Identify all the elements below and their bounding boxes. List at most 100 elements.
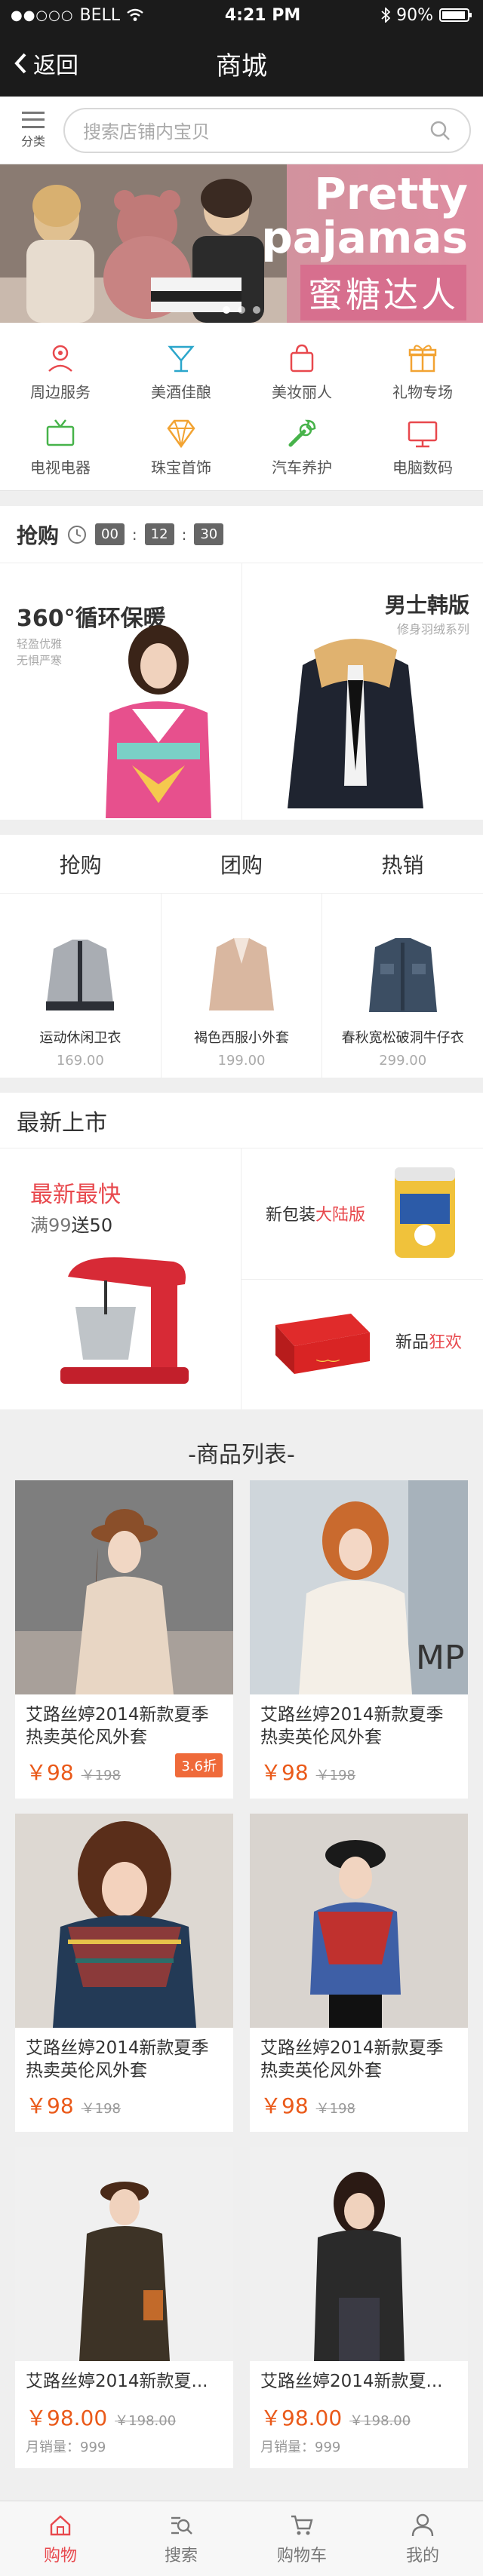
product-card[interactable]: 艾路丝婷2014新款夏... ￥98.00 ￥198.00 月销量：999: [250, 2147, 468, 2468]
category-item-label: 电视电器: [30, 458, 91, 477]
product-name: 艾路丝婷2014新款夏...: [260, 2372, 443, 2391]
stand-mixer-image: [60, 1257, 189, 1384]
product-name: 艾路丝婷2014新款夏季热卖英伦风外套: [26, 2038, 209, 2081]
banner-pager-dot[interactable]: [223, 306, 230, 314]
tabbar-item[interactable]: 购物: [0, 2501, 121, 2576]
product-original-price: ￥198: [315, 1768, 355, 1783]
search-input[interactable]: 搜索店铺内宝贝: [63, 107, 471, 153]
category-item-label: 美酒佳酿: [151, 382, 211, 401]
search-placeholder: 搜索店铺内宝贝: [83, 121, 210, 143]
product-card[interactable]: 艾路丝婷2014新款夏季热卖英伦风外套 ￥98 ￥198: [15, 1814, 233, 2132]
promo-part-b: 送50: [71, 1215, 113, 1236]
bag-icon: [290, 344, 314, 372]
product-original-price: ￥198: [315, 2101, 355, 2117]
new-arrivals-drink-card[interactable]: ‿‿ 新品狂欢: [242, 1278, 483, 1410]
tabbar-item[interactable]: 我的: [362, 2501, 483, 2576]
product-image: [15, 1480, 233, 1694]
milk-card-label: 新包装大陆版: [266, 1201, 365, 1225]
countdown-seconds: 30: [194, 523, 224, 545]
product-list-section: -商品列表- 艾路丝婷2014新款夏季热卖英伦风外套 ￥98 ￥198 3.6折…: [0, 1424, 483, 2468]
product-price: ￥98.00: [260, 2406, 343, 2430]
tab-product-card[interactable]: 春秋宽松破洞牛仔衣 299.00: [321, 894, 483, 1078]
product-tab[interactable]: 抢购: [0, 835, 161, 893]
monthly-sales: 月销量：999: [26, 2440, 106, 2455]
product-image: [250, 1814, 468, 2028]
category-item[interactable]: 美妆丽人: [242, 333, 362, 409]
discount-badge: 3.6折: [175, 1753, 223, 1777]
category-button[interactable]: 分类: [12, 111, 54, 149]
search-icon: [171, 2516, 192, 2535]
wrench-icon: [288, 419, 316, 446]
bottom-tab-bar: 购物 搜索 购物车 我的: [0, 2501, 483, 2576]
product-price: 199.00: [217, 1053, 266, 1069]
new-arrivals-title: 最新上市: [0, 1093, 483, 1148]
tab-product-card[interactable]: 褐色西服小外套 199.00: [160, 894, 322, 1078]
product-card[interactable]: MP 艾路丝婷2014新款夏季热卖英伦风外套 ￥98 ￥198: [250, 1480, 468, 1799]
new-arrivals-milk-card[interactable]: 新包装大陆版: [242, 1148, 483, 1279]
product-price: 169.00: [56, 1053, 104, 1069]
category-item[interactable]: 电视电器: [0, 409, 121, 484]
tabbar-item-label: 搜索: [164, 2546, 198, 2565]
milk-label-prefix: 新包装: [266, 1206, 316, 1225]
product-tab[interactable]: 团购: [161, 835, 321, 893]
product-name: 艾路丝婷2014新款夏季热卖英伦风外套: [26, 1705, 209, 1747]
promo-banner[interactable]: Pretty pajamas 蜜糖达人: [0, 164, 483, 323]
product-original-price: ￥198: [81, 1768, 121, 1783]
category-item[interactable]: 珠宝首饰: [121, 409, 242, 484]
banner-pager[interactable]: [0, 306, 483, 314]
product-original-price: ￥198: [81, 2101, 121, 2117]
category-item[interactable]: 电脑数码: [362, 409, 483, 484]
back-button[interactable]: 返回: [14, 30, 78, 97]
category-label: 分类: [20, 133, 45, 149]
tabbar-item[interactable]: 购物车: [242, 2501, 362, 2576]
user-icon: [411, 2513, 434, 2536]
tab-product-card[interactable]: 运动休闲卫衣 169.00: [0, 894, 161, 1078]
category-item[interactable]: 周边服务: [0, 333, 121, 409]
product-price: ￥98.00: [26, 2406, 108, 2430]
tabbar-item[interactable]: 搜索: [121, 2501, 242, 2576]
clock-icon: [68, 525, 87, 544]
status-bar: ●●○○○ BELL 4:21 PM 90%: [0, 0, 483, 30]
category-item[interactable]: 汽车养护: [242, 409, 362, 484]
category-item[interactable]: 美酒佳酿: [121, 333, 242, 409]
category-grid: 周边服务 美酒佳酿 美妆丽人 礼物专场电视电器 珠宝首饰 汽车养护 电脑数码: [0, 323, 483, 491]
chevron-left-icon: [14, 53, 26, 74]
category-item[interactable]: 礼物专场: [362, 333, 483, 409]
category-item-label: 礼物专场: [392, 382, 453, 401]
product-card[interactable]: 艾路丝婷2014新款夏季热卖英伦风外套 ￥98 ￥198: [250, 1814, 468, 2132]
cart-icon: [291, 2515, 313, 2535]
diamond-icon: [167, 419, 195, 448]
product-tab[interactable]: 热销: [322, 835, 483, 893]
home-icon: [50, 2514, 71, 2535]
product-name: 春秋宽松破洞牛仔衣: [341, 1030, 464, 1046]
new-arrivals-promo: 满99送50: [30, 1210, 112, 1237]
new-arrivals-left-card[interactable]: 最新最快 满99送50: [0, 1148, 242, 1409]
category-item-label: 周边服务: [30, 382, 91, 401]
svg-text:MP: MP: [416, 1639, 465, 1677]
carrier-label: BELL: [79, 5, 121, 25]
flash-left-sub2: 无惧严寒: [17, 654, 63, 667]
tabbed-products: 抢购 团购 热销 运动休闲卫衣 169.00 褐色西服小外套 199.00 春秋宽松…: [0, 835, 483, 1078]
banner-models-image: [0, 164, 287, 323]
product-card[interactable]: 艾路丝婷2014新款夏季热卖英伦风外套 ￥98 ￥198 3.6折: [15, 1480, 233, 1799]
search-icon[interactable]: [429, 119, 451, 142]
product-card[interactable]: 艾路丝婷2014新款夏... ￥98.00 ￥198.00 月销量：999: [15, 2147, 233, 2468]
countdown-hours: 00: [95, 523, 125, 545]
category-item-label: 电脑数码: [392, 458, 453, 477]
banner-pager-dot[interactable]: [238, 306, 245, 314]
battery-percent: 90%: [396, 5, 433, 25]
product-image: [46, 940, 115, 1010]
page-title: 商城: [216, 51, 267, 81]
product-name: 运动休闲卫衣: [39, 1030, 122, 1046]
menu-icon: [22, 111, 45, 128]
flash-sale-left-card[interactable]: 360°循环保暖 轻盈优雅 无惧严寒: [0, 563, 242, 820]
product-list-title: -商品列表-: [188, 1442, 295, 1468]
flash-sale-right-card[interactable]: 男士韩版 修身羽绒系列: [241, 563, 483, 820]
flash-left-subtitle: 轻盈优雅 无惧严寒: [17, 636, 62, 669]
banner-title: Pretty pajamas: [261, 172, 468, 259]
banner-pager-dot[interactable]: [253, 306, 260, 314]
nav-bar: 返回 商城: [0, 30, 483, 97]
tv-icon: [46, 419, 75, 446]
product-price: ￥98: [26, 1760, 74, 1785]
gift-icon: [408, 345, 437, 372]
